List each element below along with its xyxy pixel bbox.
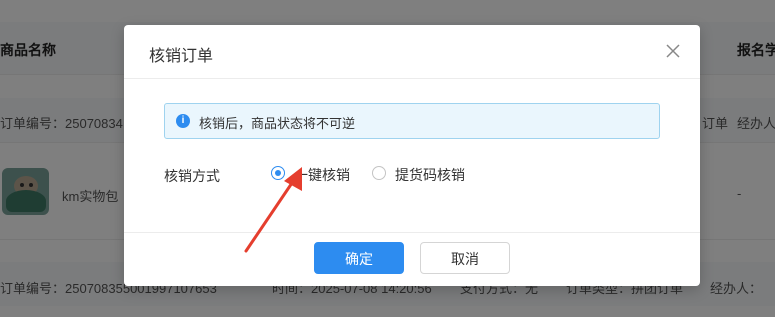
confirm-button[interactable]: 确定 — [314, 242, 404, 274]
info-icon: i — [176, 114, 190, 128]
alert-text: 核销后，商品状态将不可逆 — [199, 116, 356, 131]
radio-unchecked-icon[interactable] — [372, 166, 386, 180]
dialog-title: 核销订单 — [149, 48, 214, 65]
verify-order-dialog: 核销订单 i 核销后，商品状态将不可逆 核销方式 一键核销 提货码核销 确定 取… — [124, 25, 700, 286]
dialog-footer-divider — [124, 232, 700, 233]
cancel-button[interactable]: 取消 — [420, 242, 510, 274]
annotation-arrow-icon — [244, 167, 302, 253]
info-alert: i 核销后，商品状态将不可逆 — [164, 103, 660, 139]
verify-method-label: 核销方式 — [164, 168, 220, 184]
radio-label[interactable]: 提货码核销 — [395, 165, 465, 185]
close-icon[interactable] — [662, 40, 684, 62]
dialog-header: 核销订单 — [124, 25, 700, 79]
